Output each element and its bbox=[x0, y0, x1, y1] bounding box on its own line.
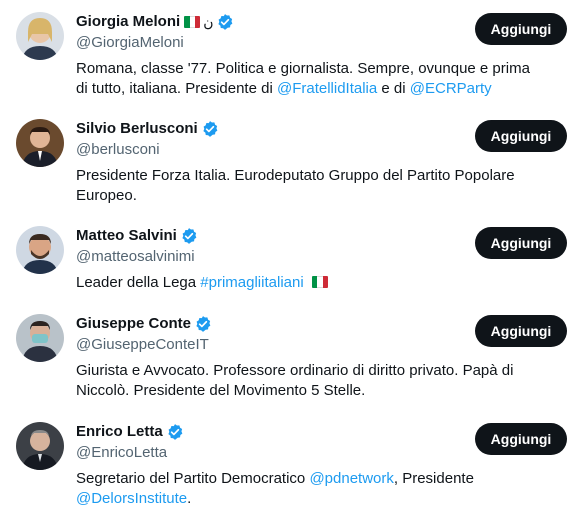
name-glyph: ن bbox=[203, 14, 214, 30]
bio-text: , Presidente bbox=[393, 470, 474, 487]
display-name[interactable]: Silvio Berlusconi bbox=[76, 119, 198, 139]
user-cell[interactable]: Giuseppe Conte @GiuseppeConteIT Giurista… bbox=[0, 302, 583, 410]
follow-button[interactable]: Aggiungi bbox=[475, 227, 567, 259]
display-name[interactable]: Enrico Letta bbox=[76, 422, 163, 442]
bio-text: Presidente Forza Italia. Eurodeputato Gr… bbox=[76, 167, 515, 204]
display-name[interactable]: Giorgia Meloni bbox=[76, 12, 180, 32]
bio-hashtag-link[interactable]: #primagliitaliani bbox=[200, 274, 303, 291]
user-bio: Romana, classe '77. Politica e giornalis… bbox=[76, 59, 536, 99]
user-bio: Presidente Forza Italia. Eurodeputato Gr… bbox=[76, 166, 536, 206]
bio-text: Leader della Lega bbox=[76, 274, 201, 291]
avatar[interactable] bbox=[16, 422, 64, 470]
bio-text: . bbox=[187, 490, 192, 507]
avatar[interactable] bbox=[16, 12, 64, 60]
user-cell[interactable]: Giorgia Meloni ن @GiorgiaMeloni Romana, … bbox=[0, 0, 583, 107]
bio-text: e di bbox=[377, 80, 410, 97]
user-bio: Leader della Lega #primagliitaliani bbox=[76, 273, 536, 293]
bio-mention-link[interactable]: @DelorsInstitute bbox=[76, 490, 187, 507]
user-cell[interactable]: Matteo Salvini @matteosalvinimi Leader d… bbox=[0, 214, 583, 302]
avatar[interactable] bbox=[16, 119, 64, 167]
bio-text: Segretario del Partito Democratico bbox=[76, 470, 310, 487]
user-handle[interactable]: @GiorgiaMeloni bbox=[76, 33, 471, 53]
user-bio: Segretario del Partito Democratico @pdne… bbox=[76, 469, 536, 509]
verified-badge-icon bbox=[216, 13, 234, 31]
user-bio: Giurista e Avvocato. Professore ordinari… bbox=[76, 361, 536, 401]
italy-flag-icon bbox=[311, 276, 328, 288]
verified-badge-icon bbox=[180, 227, 198, 245]
avatar[interactable] bbox=[16, 226, 64, 274]
verified-badge-icon bbox=[201, 120, 219, 138]
avatar[interactable] bbox=[16, 314, 64, 362]
bio-mention-link[interactable]: @pdnetwork bbox=[309, 470, 393, 487]
follow-button[interactable]: Aggiungi bbox=[475, 315, 567, 347]
follow-button[interactable]: Aggiungi bbox=[475, 423, 567, 455]
follow-button[interactable]: Aggiungi bbox=[475, 120, 567, 152]
italy-flag-icon bbox=[184, 16, 201, 28]
verified-badge-icon bbox=[194, 315, 212, 333]
bio-mention-link[interactable]: @FratellidItalia bbox=[277, 80, 377, 97]
bio-mention-link[interactable]: @ECRParty bbox=[410, 80, 492, 97]
follow-button[interactable]: Aggiungi bbox=[475, 13, 567, 45]
display-name[interactable]: Matteo Salvini bbox=[76, 226, 177, 246]
display-name[interactable]: Giuseppe Conte bbox=[76, 314, 191, 334]
user-handle[interactable]: @GiuseppeConteIT bbox=[76, 335, 471, 355]
user-handle[interactable]: @EnricoLetta bbox=[76, 443, 471, 463]
verified-badge-icon bbox=[166, 423, 184, 441]
user-handle[interactable]: @berlusconi bbox=[76, 140, 471, 160]
user-cell[interactable]: Enrico Letta @EnricoLetta Segretario del… bbox=[0, 410, 583, 526]
user-cell[interactable]: Silvio Berlusconi @berlusconi Presidente… bbox=[0, 107, 583, 214]
user-handle[interactable]: @matteosalvinimi bbox=[76, 247, 471, 267]
who-to-follow-list: Giorgia Meloni ن @GiorgiaMeloni Romana, … bbox=[0, 0, 583, 526]
bio-text: Giurista e Avvocato. Professore ordinari… bbox=[76, 362, 514, 399]
